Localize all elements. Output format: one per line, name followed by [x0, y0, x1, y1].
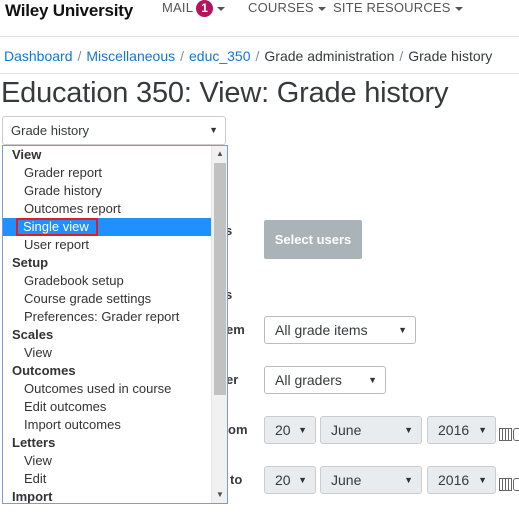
- breadcrumb-separator: /: [180, 48, 184, 64]
- report-jump-value: Grade history: [11, 123, 90, 138]
- dropdown-arrow-icon: ▼: [398, 325, 407, 335]
- mail-menu[interactable]: MAIL 1: [162, 0, 226, 20]
- dropdown-arrow-icon: ▼: [478, 425, 487, 435]
- from-month-select[interactable]: June ▼: [320, 416, 422, 444]
- dropdown-arrow-icon: ▼: [368, 375, 377, 385]
- dropdown-arrow-icon: ▼: [298, 475, 307, 485]
- grade-item-label: em: [226, 322, 245, 337]
- dropdown-option[interactable]: View: [3, 452, 211, 470]
- to-year-select[interactable]: 2016 ▼: [427, 466, 496, 494]
- date-from-label: om: [228, 422, 248, 437]
- dropdown-option[interactable]: Outcomes report: [3, 200, 211, 218]
- dropdown-option[interactable]: View: [3, 344, 211, 362]
- dropdown-group-label: Letters: [12, 435, 56, 450]
- dropdown-scrollbar[interactable]: ▲ ▼: [211, 146, 227, 503]
- mail-count-badge: 1: [196, 0, 214, 17]
- checkbox-icon[interactable]: [513, 478, 519, 491]
- dropdown-option[interactable]: Course grade settings: [3, 290, 211, 308]
- chevron-down-icon: [454, 6, 463, 11]
- breadcrumb-separator: /: [255, 48, 260, 64]
- dropdown-group-label: Outcomes: [12, 363, 76, 378]
- report-jump-dropdown: View Grader report Grade history Outcomes r…: [2, 145, 228, 504]
- grader-value: All graders: [275, 372, 342, 388]
- scrollbar-thumb[interactable]: [214, 163, 226, 395]
- breadcrumb-grade-history: Grade history: [408, 48, 493, 64]
- dropdown-option[interactable]: Outcomes used in course: [3, 380, 211, 398]
- breadcrumb-grade-administration: Grade administration: [264, 48, 395, 64]
- breadcrumb-miscellaneous[interactable]: Miscellaneous: [86, 48, 175, 64]
- breadcrumb-separator: /: [77, 48, 82, 64]
- dropdown-option[interactable]: Gradebook setup: [3, 272, 211, 290]
- calendar-icon[interactable]: [499, 428, 512, 441]
- from-year-value: 2016: [438, 422, 470, 438]
- chevron-down-icon: [217, 6, 226, 11]
- scroll-down-arrow-icon[interactable]: ▼: [212, 487, 227, 503]
- to-month-select[interactable]: June ▼: [320, 466, 422, 494]
- courses-menu[interactable]: COURSES: [248, 0, 326, 20]
- dropdown-group-label: Scales: [12, 327, 54, 342]
- dropdown-option[interactable]: Edit outcomes: [3, 398, 211, 416]
- top-navbar: Wiley University MAIL 1 COURSES SITE RESO…: [0, 0, 519, 24]
- to-day-value: 20: [275, 472, 291, 488]
- from-day-value: 20: [275, 422, 291, 438]
- to-month-value: June: [331, 472, 362, 488]
- breadcrumb: Dashboard / Miscellaneous / educ_350/Grade a…: [4, 48, 492, 64]
- breadcrumb-course[interactable]: educ_350: [189, 48, 251, 64]
- scroll-up-arrow-icon[interactable]: ▲: [212, 146, 227, 162]
- dropdown-option[interactable]: Single view: [3, 218, 211, 236]
- dropdown-option[interactable]: Import outcomes: [3, 416, 211, 434]
- breadcrumb-bar: Dashboard / Miscellaneous / educ_350/Grade a…: [0, 36, 519, 74]
- dropdown-option[interactable]: Edit: [3, 470, 211, 488]
- dropdown-option-list: View Grader report Grade history Outcomes r…: [3, 146, 211, 504]
- to-day-select[interactable]: 20 ▼: [264, 466, 316, 494]
- site-resources-label: SITE RESOURCES: [333, 0, 451, 15]
- site-resources-menu[interactable]: SITE RESOURCES: [333, 0, 463, 20]
- dropdown-arrow-icon: ▼: [209, 125, 218, 135]
- from-year-select[interactable]: 2016 ▼: [427, 416, 496, 444]
- courses-label: COURSES: [248, 0, 314, 15]
- checkbox-icon[interactable]: [513, 428, 519, 441]
- select-users-button[interactable]: Select users: [264, 220, 362, 259]
- grade-item-select[interactable]: All grade items ▼: [264, 316, 416, 344]
- dropdown-arrow-icon: ▼: [404, 475, 413, 485]
- dropdown-arrow-icon: ▼: [478, 475, 487, 485]
- to-year-value: 2016: [438, 472, 470, 488]
- date-to-label: to: [230, 472, 243, 487]
- calendar-icon[interactable]: [499, 478, 512, 491]
- page-title: Education 350: View: Grade history: [1, 77, 449, 109]
- dropdown-group-label: View: [12, 147, 42, 162]
- dropdown-group-label: Setup: [12, 255, 49, 270]
- dropdown-arrow-icon: ▼: [298, 425, 307, 435]
- from-month-value: June: [331, 422, 362, 438]
- dropdown-option[interactable]: Grade history: [3, 182, 211, 200]
- dropdown-option[interactable]: Grader report: [3, 164, 211, 182]
- grade-item-value: All grade items: [275, 322, 368, 338]
- highlight-outline: Single view: [16, 218, 98, 236]
- site-brand[interactable]: Wiley University: [5, 1, 133, 21]
- breadcrumb-dashboard[interactable]: Dashboard: [4, 48, 73, 64]
- mail-label: MAIL: [162, 0, 194, 15]
- report-jump-select[interactable]: Grade history ▼: [2, 116, 226, 145]
- chevron-down-icon: [317, 6, 326, 11]
- breadcrumb-separator: /: [399, 48, 404, 64]
- dropdown-arrow-icon: ▼: [404, 425, 413, 435]
- dropdown-group-label: Import: [12, 489, 53, 504]
- dropdown-option[interactable]: Preferences: Grader report: [3, 308, 211, 326]
- from-day-select[interactable]: 20 ▼: [264, 416, 316, 444]
- dropdown-option[interactable]: User report: [3, 236, 211, 254]
- grader-select[interactable]: All graders ▼: [264, 366, 386, 394]
